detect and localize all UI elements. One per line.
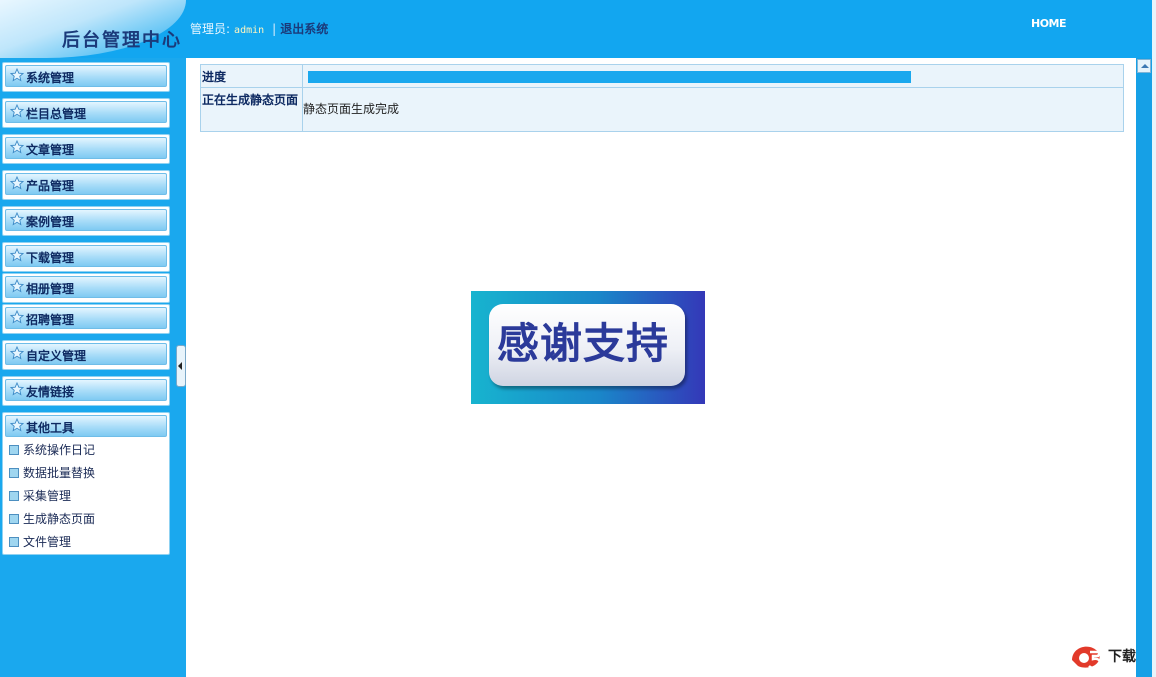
menu-label: 案例管理 [26, 215, 75, 229]
menu-cases[interactable]: 案例管理 [2, 206, 170, 236]
thanks-text: 感谢支持 [497, 319, 670, 368]
arrow-up-icon [1141, 64, 1149, 68]
menu-header[interactable]: 系统管理 [5, 65, 167, 87]
star-icon [10, 248, 24, 262]
menu-custom[interactable]: 自定义管理 [2, 340, 170, 370]
menu-label: 文章管理 [26, 143, 75, 157]
submenu-generate-static[interactable]: 生成静态页面 [9, 510, 95, 527]
submenu-collection[interactable]: 采集管理 [9, 487, 71, 504]
window-edge [1152, 0, 1156, 677]
menu-header[interactable]: 案例管理 [5, 209, 167, 231]
menu-label: 产品管理 [26, 179, 75, 193]
star-icon [10, 68, 24, 82]
menu-system[interactable]: 系统管理 [2, 62, 170, 92]
menu-header[interactable]: 招聘管理 [5, 307, 167, 329]
menu-header[interactable]: 友情链接 [5, 379, 167, 401]
menu-header[interactable]: 栏目总管理 [5, 101, 167, 123]
submenu-file-manager[interactable]: 文件管理 [9, 533, 71, 550]
submenu-label: 文件管理 [23, 535, 72, 549]
bullet-icon [9, 514, 19, 524]
menu-label: 自定义管理 [26, 349, 87, 363]
chevron-left-icon [178, 362, 182, 370]
vertical-scrollbar[interactable] [1136, 58, 1152, 677]
menu-label: 系统管理 [26, 71, 75, 85]
submenu-label: 采集管理 [23, 489, 72, 503]
generating-label: 正在生成静态页面 [201, 88, 303, 131]
menu-label: 其他工具 [26, 421, 75, 435]
status-table: 进度 正在生成静态页面 静态页面生成完成 [200, 64, 1124, 132]
logout-link[interactable]: 退出系统 [280, 22, 328, 36]
separator: | [272, 22, 277, 36]
watermark: 下载 [1070, 640, 1150, 674]
star-icon [10, 418, 24, 432]
submenu-operation-log[interactable]: 系统操作日记 [9, 441, 95, 458]
star-icon [10, 310, 24, 324]
scroll-up-button[interactable] [1137, 59, 1151, 73]
logo-text: 后台管理中心 [62, 30, 182, 51]
progress-cell [303, 65, 1123, 88]
star-icon [10, 279, 24, 293]
menu-links[interactable]: 友情链接 [2, 376, 170, 406]
bullet-icon [9, 468, 19, 478]
bullet-icon [9, 445, 19, 455]
thanks-banner: 感谢支持 [471, 291, 705, 404]
menu-header[interactable]: 其他工具 [5, 415, 167, 437]
sidebar: 系统管理 栏目总管理 文章管理 产品管理 案例管理 下载管理 相册管理 招聘管理… [0, 58, 176, 677]
menu-articles[interactable]: 文章管理 [2, 134, 170, 164]
menu-other-tools: 其他工具 系统操作日记 数据批量替换 采集管理 生成静态页面 文件管理 [2, 412, 170, 555]
admin-name: admin [234, 25, 265, 36]
submenu-label: 数据批量替换 [23, 466, 96, 480]
menu-label: 友情链接 [26, 385, 75, 399]
header: 后台管理中心 管理员: admin | 退出系统 HOME [0, 0, 1156, 58]
star-icon [10, 176, 24, 190]
user-bar: 管理员: admin | 退出系统 [190, 20, 328, 37]
home-link[interactable]: HOME [1031, 17, 1067, 30]
submenu-label: 系统操作日记 [23, 443, 96, 457]
menu-albums[interactable]: 相册管理 [2, 273, 170, 303]
menu-label: 招聘管理 [26, 313, 75, 327]
thanks-button-graphic: 感谢支持 [489, 304, 685, 386]
star-icon [10, 346, 24, 360]
star-icon [10, 382, 24, 396]
star-icon [10, 140, 24, 154]
a5-logo-icon [1072, 646, 1103, 670]
menu-header[interactable]: 下载管理 [5, 245, 167, 267]
admin-label: 管理员: [190, 22, 231, 36]
menu-products[interactable]: 产品管理 [2, 170, 170, 200]
menu-header[interactable]: 相册管理 [5, 276, 167, 298]
menu-columns[interactable]: 栏目总管理 [2, 98, 170, 128]
menu-recruitment[interactable]: 招聘管理 [2, 304, 170, 334]
menu-label: 相册管理 [26, 282, 75, 296]
menu-label: 栏目总管理 [26, 107, 87, 121]
star-icon [10, 104, 24, 118]
sidebar-collapse-toggle[interactable] [176, 345, 186, 387]
progress-bar [308, 71, 911, 83]
submenu-label: 生成静态页面 [23, 512, 96, 526]
bullet-icon [9, 491, 19, 501]
watermark-text: 下载 [1108, 649, 1136, 665]
menu-label: 下载管理 [26, 251, 75, 265]
status-message: 静态页面生成完成 [303, 102, 400, 116]
main-content: 进度 正在生成静态页面 静态页面生成完成 感谢支持 [186, 58, 1136, 677]
submenu-batch-replace[interactable]: 数据批量替换 [9, 464, 95, 481]
star-icon [10, 212, 24, 226]
menu-header[interactable]: 文章管理 [5, 137, 167, 159]
menu-header[interactable]: 产品管理 [5, 173, 167, 195]
progress-label: 进度 [201, 65, 303, 88]
menu-header[interactable]: 自定义管理 [5, 343, 167, 365]
menu-downloads[interactable]: 下载管理 [2, 242, 170, 272]
bullet-icon [9, 537, 19, 547]
